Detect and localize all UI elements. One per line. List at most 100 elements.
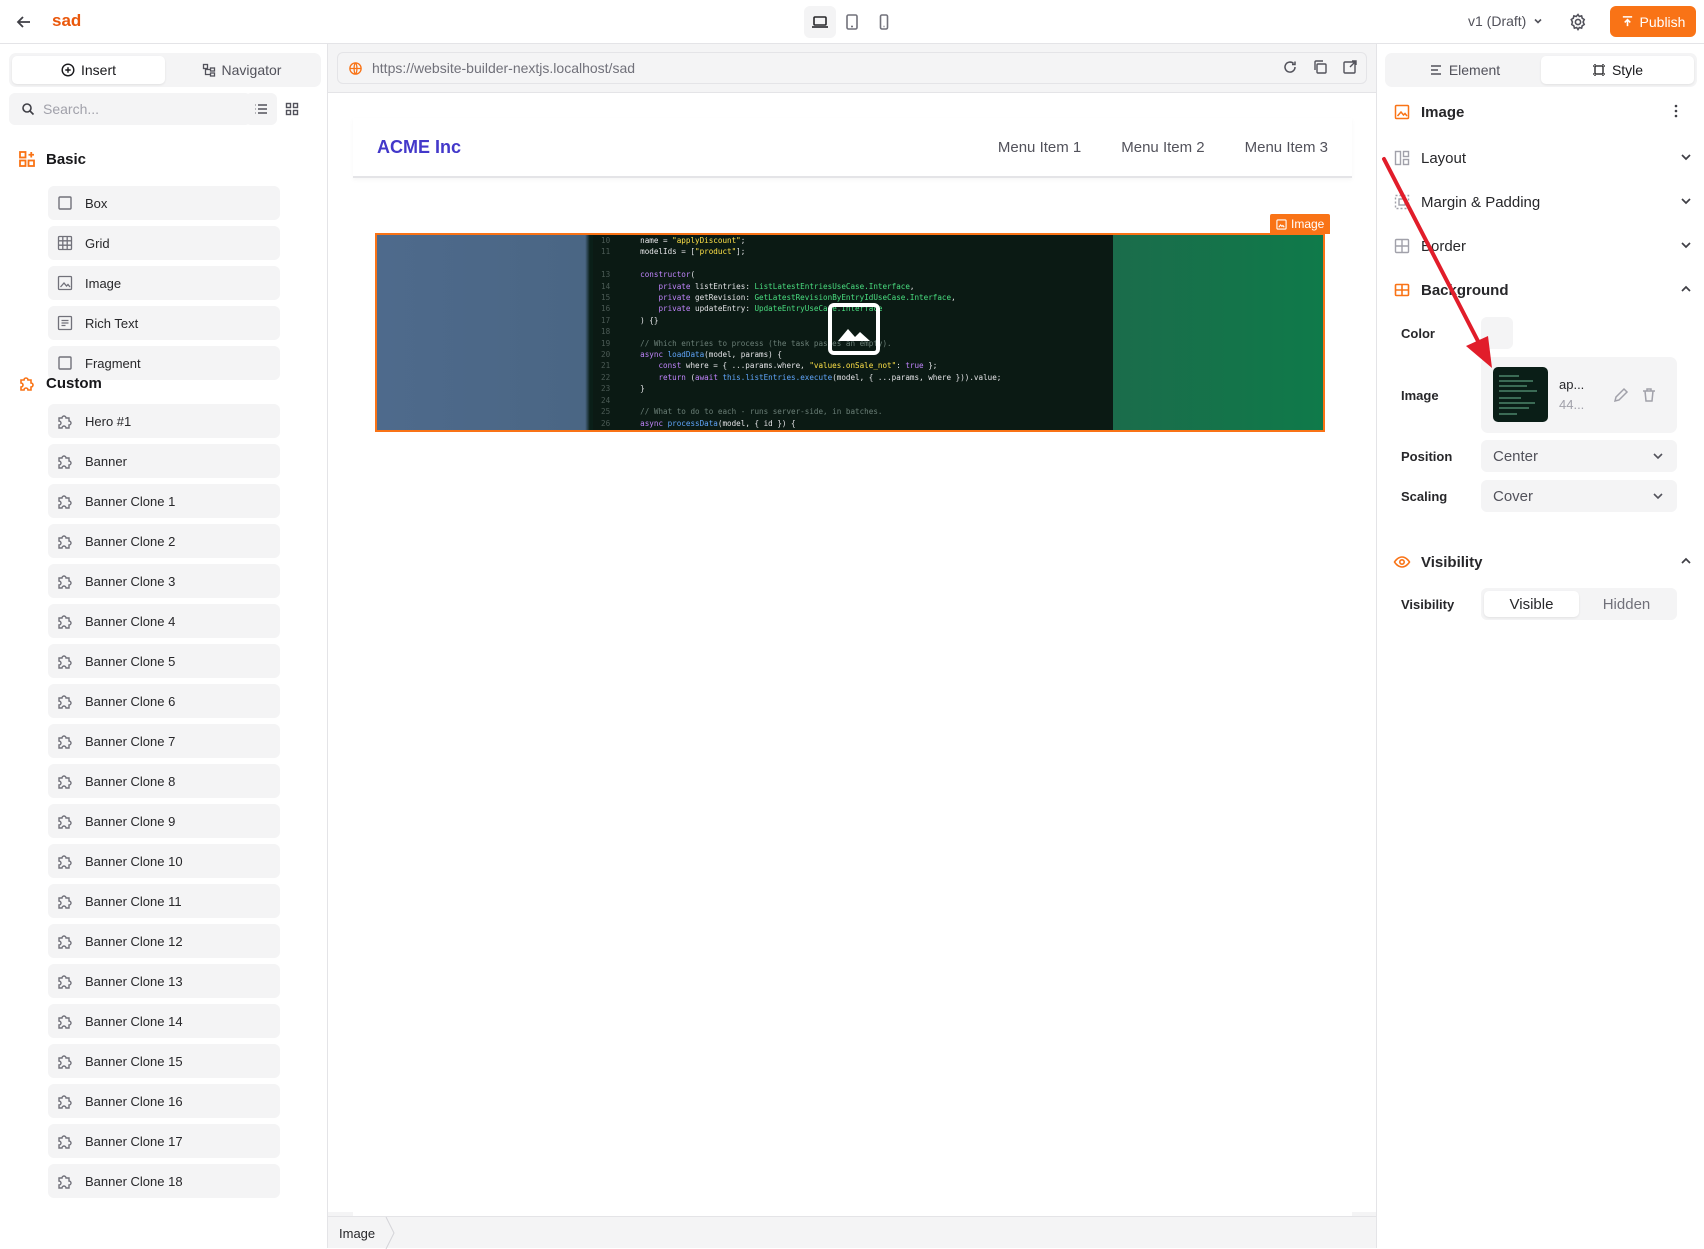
search-icon — [22, 103, 35, 116]
list-item[interactable]: Banner Clone 8 — [48, 764, 280, 798]
right-panel: Element Style Image Layout Margin & Padd… — [1376, 44, 1704, 1248]
list-item[interactable]: Banner Clone 6 — [48, 684, 280, 718]
list-item[interactable]: Banner Clone 16 — [48, 1084, 280, 1118]
pencil-icon[interactable] — [1612, 386, 1630, 404]
list-item[interactable]: Banner Clone 5 — [48, 644, 280, 678]
image-thumbnail[interactable] — [1493, 367, 1548, 422]
item-label: Banner Clone 15 — [85, 1053, 183, 1069]
list-item[interactable]: Banner Clone 7 — [48, 724, 280, 758]
search-input[interactable]: Search... — [9, 93, 251, 125]
tab-element[interactable]: Element — [1388, 56, 1541, 84]
desktop-device-icon[interactable] — [804, 6, 836, 38]
item-label: Banner Clone 6 — [85, 693, 176, 709]
list-item[interactable]: Banner Clone 4 — [48, 604, 280, 638]
gear-icon[interactable] — [1568, 12, 1588, 32]
chevron-down-icon — [1681, 154, 1691, 161]
image-label: Image — [1401, 388, 1439, 403]
chevron-down-icon — [1653, 453, 1663, 460]
item-label: Banner Clone 14 — [85, 1013, 183, 1029]
tab-navigator[interactable]: Navigator — [165, 56, 318, 84]
list-item[interactable]: Banner Clone 2 — [48, 524, 280, 558]
section-visibility[interactable]: Visibility — [1393, 547, 1693, 577]
puzzle-icon — [58, 975, 72, 989]
external-link-icon[interactable] — [1342, 59, 1358, 75]
list-item[interactable]: Banner Clone 10 — [48, 844, 280, 878]
custom-section-title[interactable]: Custom — [18, 374, 102, 392]
tab-style[interactable]: Style — [1541, 56, 1694, 84]
scaling-select[interactable]: Cover — [1481, 480, 1677, 512]
more-options-icon[interactable] — [1669, 103, 1683, 119]
list-item[interactable]: Banner Clone 18 — [48, 1164, 280, 1198]
tab-insert[interactable]: Insert — [12, 56, 165, 84]
tablet-device-icon[interactable] — [836, 6, 868, 38]
image-file-name: ap... — [1559, 377, 1585, 392]
list-item[interactable]: Banner Clone 9 — [48, 804, 280, 838]
mobile-device-icon[interactable] — [868, 6, 900, 38]
list-item[interactable]: Box — [48, 186, 280, 220]
basic-section-title[interactable]: Basic — [18, 150, 86, 168]
color-label: Color — [1401, 326, 1435, 341]
list-item[interactable]: Banner Clone 15 — [48, 1044, 280, 1078]
item-label: Image — [85, 275, 122, 291]
section-border[interactable]: Border — [1393, 231, 1693, 261]
breadcrumb-item[interactable]: Image — [339, 1226, 375, 1241]
item-label: Fragment — [85, 355, 141, 371]
list-item[interactable]: Grid — [48, 226, 280, 260]
position-label: Position — [1401, 449, 1453, 464]
list-view-icon[interactable] — [245, 93, 277, 125]
puzzle-icon — [58, 775, 72, 789]
menu-item[interactable]: Menu Item 2 — [1121, 139, 1204, 156]
publish-button[interactable]: Publish — [1610, 6, 1696, 37]
element-header: Image — [1393, 97, 1693, 127]
chevron-down-icon — [1681, 242, 1691, 249]
visibility-visible-option[interactable]: Visible — [1484, 591, 1579, 617]
list-item[interactable]: Banner Clone 14 — [48, 1004, 280, 1038]
version-label: v1 (Draft) — [1468, 13, 1527, 29]
position-select[interactable]: Center — [1481, 440, 1677, 472]
breadcrumb-separator-icon — [385, 1217, 395, 1249]
item-label: Banner Clone 11 — [85, 893, 182, 909]
selected-image-element[interactable]: 10 name = "applyDiscount"; 11 modelIds =… — [375, 233, 1325, 432]
refresh-icon[interactable] — [1282, 59, 1298, 75]
blocks-icon — [19, 151, 35, 167]
custom-title: Custom — [46, 374, 102, 392]
trash-icon[interactable] — [1640, 386, 1658, 404]
rich-text-icon — [57, 315, 73, 331]
image-placeholder-icon — [828, 303, 880, 355]
list-item[interactable]: Banner Clone 11 — [48, 884, 280, 918]
list-item[interactable]: Image — [48, 266, 280, 300]
section-layout[interactable]: Layout — [1393, 143, 1693, 173]
site-header[interactable]: ACME Inc Menu Item 1 Menu Item 2 Menu It… — [353, 118, 1352, 178]
copy-icon[interactable] — [1312, 59, 1328, 75]
list-item[interactable]: Hero #1 — [48, 404, 280, 438]
basic-items: Box Grid Image Rich Text Fragment — [48, 186, 280, 386]
list-item[interactable]: Banner Clone 1 — [48, 484, 280, 518]
menu-item[interactable]: Menu Item 1 — [998, 139, 1081, 156]
scaling-value: Cover — [1493, 487, 1534, 505]
align-left-icon — [1430, 65, 1441, 75]
section-visibility-label: Visibility — [1421, 553, 1483, 571]
version-dropdown[interactable]: v1 (Draft) — [1468, 13, 1544, 29]
menu-item[interactable]: Menu Item 3 — [1245, 139, 1328, 156]
spacing-icon — [1394, 194, 1410, 210]
section-background[interactable]: Background — [1393, 275, 1693, 305]
visibility-hidden-option[interactable]: Hidden — [1579, 591, 1674, 617]
image-icon — [57, 275, 73, 291]
list-item[interactable]: Banner Clone 12 — [48, 924, 280, 958]
brand-logo[interactable]: ACME Inc — [377, 137, 461, 158]
list-item[interactable]: Banner Clone 17 — [48, 1124, 280, 1158]
color-swatch[interactable] — [1481, 317, 1513, 349]
section-margin-padding[interactable]: Margin & Padding — [1393, 187, 1693, 217]
list-item[interactable]: Rich Text — [48, 306, 280, 340]
list-item[interactable]: Banner Clone 3 — [48, 564, 280, 598]
canvas-frame: ACME Inc Menu Item 1 Menu Item 2 Menu It… — [328, 92, 1376, 1218]
puzzle-icon — [58, 575, 72, 589]
puzzle-icon — [58, 1015, 72, 1029]
back-arrow-icon[interactable] — [14, 12, 36, 32]
list-item[interactable]: Banner — [48, 444, 280, 478]
canvas-area: https://website-builder-nextjs.localhost… — [328, 44, 1376, 1249]
url-bar: https://website-builder-nextjs.localhost… — [337, 52, 1367, 84]
grid-view-icon[interactable] — [276, 93, 308, 125]
chevron-down-icon — [1681, 198, 1691, 205]
list-item[interactable]: Banner Clone 13 — [48, 964, 280, 998]
